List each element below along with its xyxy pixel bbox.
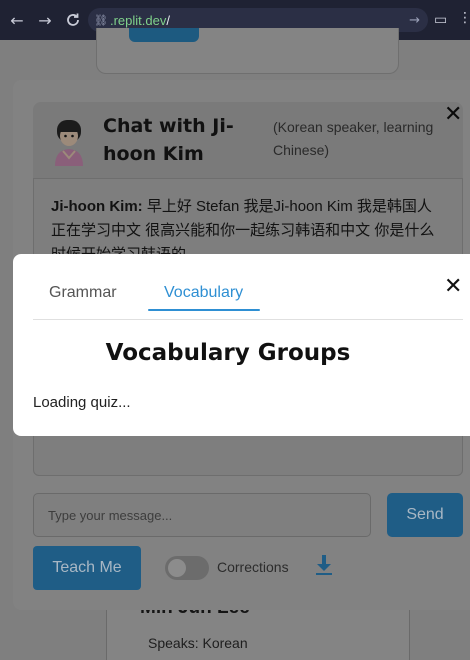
tab-bar: Grammar Vocabulary [33, 270, 463, 320]
background-card-speaks: Speaks: Korean [148, 635, 248, 651]
download-icon[interactable] [315, 554, 333, 576]
background-card-button [129, 28, 199, 42]
screen-cast-icon[interactable]: ▭ [434, 12, 447, 28]
tab-grammar[interactable]: Grammar [49, 284, 117, 302]
reload-icon[interactable] [59, 6, 87, 34]
go-arrow-icon[interactable]: → [409, 13, 420, 28]
vocabulary-modal: Grammar Vocabulary ✕ Vocabulary Groups L… [13, 254, 470, 436]
vocabulary-title: Vocabulary Groups [105, 340, 351, 366]
chat-close-icon[interactable]: ✕ [444, 102, 462, 127]
tab-vocabulary[interactable]: Vocabulary [164, 284, 243, 302]
chat-subtitle: (Korean speaker, learning Chinese) [273, 119, 434, 158]
url-path: / [166, 12, 170, 28]
avatar [55, 120, 83, 166]
forward-icon[interactable]: → [31, 6, 59, 34]
loading-status: Loading quiz... [33, 394, 131, 411]
back-icon[interactable]: ← [3, 6, 31, 34]
background-card-top [96, 28, 399, 74]
teach-me-button[interactable]: Teach Me [33, 546, 141, 590]
more-icon[interactable]: ⋮ [458, 10, 470, 26]
toggle-knob [168, 559, 186, 577]
vocabulary-close-icon[interactable]: ✕ [444, 274, 462, 299]
corrections-label: Corrections [217, 559, 289, 575]
message-sender: Ji-hoon Kim: [51, 198, 143, 215]
chat-title: Chat with Ji-hoon Kim [103, 115, 234, 165]
message-input[interactable]: Type your message... [33, 493, 371, 537]
send-button[interactable]: Send [387, 493, 463, 537]
active-tab-indicator [148, 309, 260, 311]
link-icon: ⛓ [94, 13, 108, 27]
corrections-toggle[interactable] [165, 556, 209, 580]
url-host: .replit.dev [109, 12, 167, 28]
